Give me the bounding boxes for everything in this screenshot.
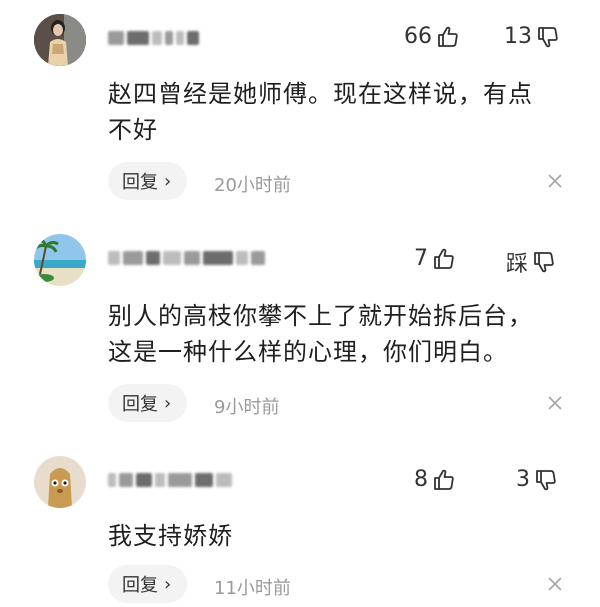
comment-time: 9小时前 [214, 397, 280, 418]
thumbs-up-icon [436, 25, 460, 49]
reply-button[interactable]: 回复 › [108, 384, 188, 422]
close-icon[interactable] [544, 392, 566, 414]
thumbs-up-icon [432, 468, 456, 492]
comment-text-line: 不好 [108, 116, 158, 144]
dislike-button[interactable]: 踩 [506, 246, 556, 278]
reply-button[interactable]: 回复 › [108, 162, 188, 200]
like-button[interactable]: 7 [414, 246, 456, 271]
comment-text: 赵四曾经是她师傅。现在这样说，有点 不好 [108, 76, 578, 148]
like-count: 66 [404, 24, 432, 49]
username-blurred[interactable] [108, 470, 232, 490]
username-blurred[interactable] [108, 248, 265, 268]
thumbs-down-icon [532, 250, 556, 274]
like-count: 7 [414, 246, 428, 271]
close-icon[interactable] [544, 573, 566, 595]
reply-button[interactable]: 回复 › [108, 565, 188, 603]
dislike-button[interactable]: 3 [516, 467, 558, 492]
comment-text-line: 这是一种什么样的心理，你们明白。 [108, 338, 508, 366]
reply-label: 回复 [122, 172, 158, 193]
thumbs-down-icon [536, 25, 560, 49]
thumbs-up-icon [432, 247, 456, 271]
like-button[interactable]: 8 [414, 467, 456, 492]
reply-label: 回复 [122, 394, 158, 415]
close-icon[interactable] [544, 170, 566, 192]
comment-text: 我支持娇娇 [108, 518, 578, 554]
reply-label: 回复 [122, 575, 158, 596]
thumbs-down-icon [534, 468, 558, 492]
comment-time: 11小时前 [214, 578, 291, 599]
dislike-count: 3 [516, 467, 530, 492]
dislike-count: 13 [504, 24, 532, 49]
comment-text-line: 赵四曾经是她师傅。现在这样说，有点 [108, 80, 533, 108]
comment-text-line: 别人的高枝你攀不上了就开始拆后台， [108, 302, 533, 330]
comment-text-line: 我支持娇娇 [108, 522, 233, 550]
dislike-button[interactable]: 13 [504, 24, 560, 49]
like-button[interactable]: 66 [404, 24, 460, 49]
avatar[interactable] [34, 456, 86, 508]
avatar[interactable] [34, 234, 86, 286]
chevron-right-icon: › [164, 392, 172, 414]
chevron-right-icon: › [164, 573, 172, 595]
dislike-label: 踩 [506, 252, 529, 277]
comment-time: 20小时前 [214, 175, 291, 196]
username-blurred[interactable] [108, 28, 199, 48]
like-count: 8 [414, 467, 428, 492]
chevron-right-icon: › [164, 170, 172, 192]
comment-text: 别人的高枝你攀不上了就开始拆后台， 这是一种什么样的心理，你们明白。 [108, 298, 578, 370]
avatar[interactable] [34, 14, 86, 66]
